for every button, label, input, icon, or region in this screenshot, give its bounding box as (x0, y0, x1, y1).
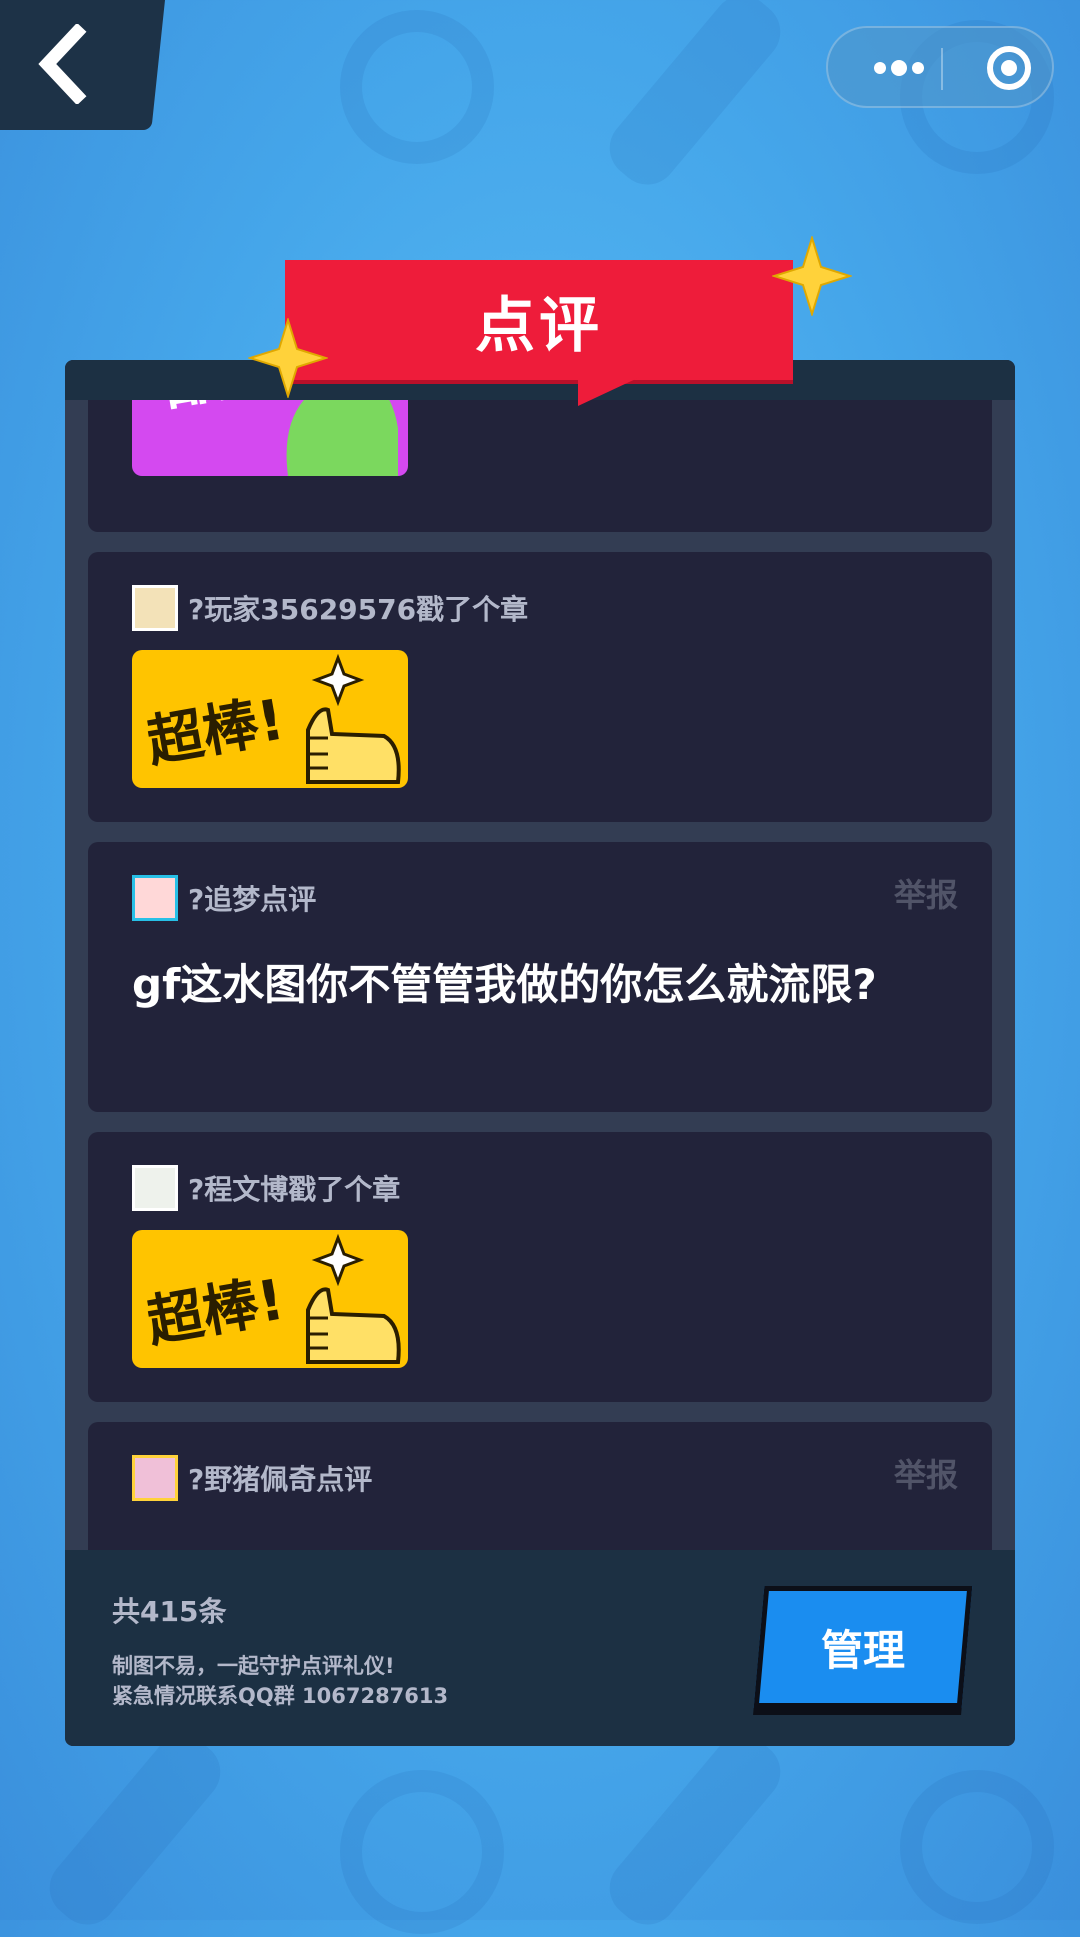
close-miniprogram-button[interactable] (974, 28, 1044, 106)
sticker-text: 超棒! (142, 1267, 290, 1356)
comment-card: ?程文博戳了个章 超棒! (88, 1132, 992, 1402)
bg-skull-decoration (900, 1770, 1054, 1924)
dinosaur-sunglasses-icon (286, 400, 398, 476)
bg-hammer-decoration (597, 0, 793, 197)
capsule-divider (941, 48, 943, 90)
target-circle-icon (987, 46, 1031, 90)
comment-text: gf这水图你不管管我做的你怎么就流限? (132, 960, 877, 1009)
page-title: 点评 (475, 290, 603, 361)
comment-username: ?野猪佩奇点评 (188, 1463, 373, 1496)
more-button[interactable] (864, 28, 934, 106)
comments-panel: 酷 ?玩家35629576戳了个章 超棒! (65, 360, 1015, 1746)
bg-skull-decoration (340, 10, 494, 164)
sparkle-star-icon (248, 318, 328, 398)
comment-card: ?追梦点评 举报 gf这水图你不管管我做的你怎么就流限? (88, 842, 992, 1112)
sticker-image: 超棒! (132, 1230, 408, 1368)
thumbs-up-icon (306, 653, 401, 784)
comment-card: 酷 (88, 400, 992, 532)
miniprogram-capsule (826, 26, 1054, 108)
title-banner: 点评 (285, 260, 793, 380)
comment-header: ?追梦点评 (132, 874, 316, 922)
sticker-image: 酷 (132, 400, 408, 476)
comments-list[interactable]: 酷 ?玩家35629576戳了个章 超棒! (88, 400, 992, 1550)
sticker-text: 酷 (154, 400, 233, 423)
avatar[interactable] (132, 1455, 178, 1501)
panel-footer: 共415条 制图不易，一起守护点评礼仪! 紧急情况联系QQ群 106728761… (65, 1550, 1015, 1746)
avatar[interactable] (132, 585, 178, 631)
bg-skull-decoration (340, 1770, 504, 1934)
manage-button[interactable]: 管理 (753, 1586, 973, 1708)
comment-count: 共415条 (112, 1595, 227, 1628)
avatar[interactable] (132, 1165, 178, 1211)
back-button[interactable] (0, 0, 165, 130)
sticker-text: 超棒! (142, 687, 290, 776)
comment-card: ?野猪佩奇点评 举报 (88, 1422, 992, 1550)
report-button[interactable]: 举报 (894, 1450, 958, 1496)
etiquette-note: 制图不易，一起守护点评礼仪! (112, 1654, 395, 1678)
comment-username: ?玩家35629576戳了个章 (188, 593, 529, 626)
banner-tail (578, 376, 642, 406)
thumbs-up-icon (306, 1233, 401, 1364)
bg-hammer-decoration (597, 1723, 793, 1937)
comment-username: ?追梦点评 (188, 883, 317, 916)
more-dots-icon (874, 60, 924, 76)
bg-hammer-decoration (37, 1723, 233, 1937)
sparkle-star-icon (772, 236, 852, 316)
contact-note: 紧急情况联系QQ群 1067287613 (112, 1684, 449, 1708)
chevron-left-icon (38, 24, 87, 104)
report-button[interactable]: 举报 (894, 870, 958, 916)
comment-card: ?玩家35629576戳了个章 超棒! (88, 552, 992, 822)
comment-header: ?野猪佩奇点评 (132, 1454, 372, 1502)
manage-button-label: 管理 (820, 1625, 905, 1675)
sticker-image: 超棒! (132, 650, 408, 788)
comment-username: ?程文博戳了个章 (188, 1173, 401, 1206)
avatar[interactable] (132, 875, 178, 921)
comment-header: ?玩家35629576戳了个章 (132, 584, 528, 632)
comment-header: ?程文博戳了个章 (132, 1164, 400, 1212)
